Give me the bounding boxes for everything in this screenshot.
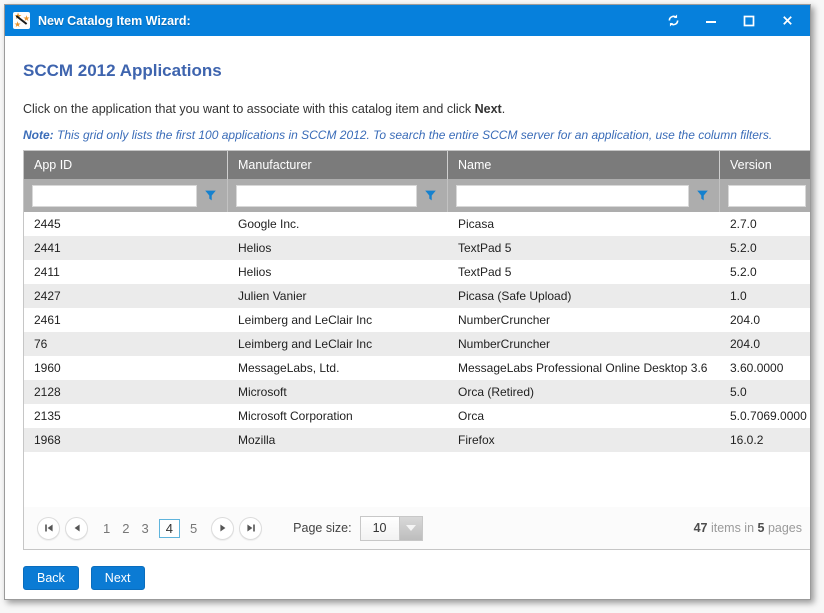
applications-grid: App ID Manufacturer Name Version xyxy=(23,150,811,550)
table-cell: 2128 xyxy=(24,380,228,404)
table-cell: Microsoft xyxy=(228,380,448,404)
next-page-button[interactable] xyxy=(211,517,234,540)
current-page-number[interactable]: 4 xyxy=(159,519,180,538)
table-cell: 5.0 xyxy=(720,380,811,404)
table-row[interactable]: 2128MicrosoftOrca (Retired)5.0 xyxy=(24,380,811,404)
filter-funnel-icon[interactable] xyxy=(689,179,715,212)
table-row[interactable]: 2427Julien VanierPicasa (Safe Upload)1.0 xyxy=(24,284,811,308)
table-cell: 1960 xyxy=(24,356,228,380)
table-row[interactable]: 2135Microsoft CorporationOrca5.0.7069.00… xyxy=(24,404,811,428)
filter-funnel-icon[interactable] xyxy=(417,179,443,212)
instruction-text: Click on the application that you want t… xyxy=(23,102,810,116)
page-size-label: Page size: xyxy=(293,521,351,535)
table-cell: Firefox xyxy=(448,428,720,452)
table-cell: Orca xyxy=(448,404,720,428)
table-cell: Picasa (Safe Upload) xyxy=(448,284,720,308)
table-cell: Leimberg and LeClair Inc xyxy=(228,308,448,332)
filter-funnel-icon[interactable] xyxy=(806,179,811,212)
refresh-icon[interactable] xyxy=(664,12,682,30)
table-cell: 5.2.0 xyxy=(720,236,811,260)
grid-header: App ID Manufacturer Name Version xyxy=(24,151,811,179)
page-title: SCCM 2012 Applications xyxy=(23,61,810,81)
column-header-manufacturer[interactable]: Manufacturer xyxy=(228,151,448,179)
filter-input-manufacturer[interactable] xyxy=(236,185,417,207)
table-cell: Microsoft Corporation xyxy=(228,404,448,428)
next-button[interactable]: Next xyxy=(91,566,145,590)
table-cell: 2461 xyxy=(24,308,228,332)
column-header-name[interactable]: Name xyxy=(448,151,720,179)
table-cell: NumberCruncher xyxy=(448,332,720,356)
footer: Back Next xyxy=(23,566,810,590)
close-icon[interactable] xyxy=(778,12,796,30)
table-cell: Helios xyxy=(228,236,448,260)
table-cell: Picasa xyxy=(448,212,720,236)
grid-filter-row xyxy=(24,179,811,212)
table-cell: Helios xyxy=(228,260,448,284)
table-cell: 1.0 xyxy=(720,284,811,308)
previous-page-button[interactable] xyxy=(65,517,88,540)
table-row[interactable]: 1968MozillaFirefox16.0.2 xyxy=(24,428,811,452)
table-cell: 2135 xyxy=(24,404,228,428)
table-row[interactable]: 2445Google Inc.Picasa2.7.0 xyxy=(24,212,811,236)
table-cell: Julien Vanier xyxy=(228,284,448,308)
table-row[interactable]: 2411HeliosTextPad 55.2.0 xyxy=(24,260,811,284)
table-cell: 2445 xyxy=(24,212,228,236)
dropdown-arrow-icon[interactable] xyxy=(399,517,422,540)
filter-input-app-id[interactable] xyxy=(32,185,197,207)
table-cell: 2427 xyxy=(24,284,228,308)
table-cell: Orca (Retired) xyxy=(448,380,720,404)
table-cell: 16.0.2 xyxy=(720,428,811,452)
wizard-dialog: ★ ★ ★ New Catalog Item Wizard: xyxy=(4,4,811,600)
table-cell: 204.0 xyxy=(720,308,811,332)
table-cell: 2.7.0 xyxy=(720,212,811,236)
table-cell: MessageLabs Professional Online Desktop … xyxy=(448,356,720,380)
pager-status: 47 items in 5 pages xyxy=(694,521,811,535)
page-size-value: 10 xyxy=(361,517,399,540)
note-text: Note: This grid only lists the first 100… xyxy=(23,128,810,142)
back-button[interactable]: Back xyxy=(23,566,79,590)
table-cell: TextPad 5 xyxy=(448,260,720,284)
page-number[interactable]: 1 xyxy=(103,521,110,536)
table-cell: NumberCruncher xyxy=(448,308,720,332)
table-cell: 204.0 xyxy=(720,332,811,356)
table-row[interactable]: 76Leimberg and LeClair IncNumberCruncher… xyxy=(24,332,811,356)
table-cell: 3.60.0000 xyxy=(720,356,811,380)
page-number[interactable]: 2 xyxy=(122,521,129,536)
minimize-icon[interactable] xyxy=(702,12,720,30)
column-header-app-id[interactable]: App ID xyxy=(24,151,228,179)
grid-body: 2445Google Inc.Picasa2.7.02441HeliosText… xyxy=(24,212,811,507)
page-size-dropdown[interactable]: 10 xyxy=(360,516,423,541)
wizard-app-icon: ★ ★ ★ xyxy=(13,12,30,29)
table-cell: Google Inc. xyxy=(228,212,448,236)
table-cell: 5.0.7069.0000 xyxy=(720,404,811,428)
column-header-version[interactable]: Version xyxy=(720,151,811,179)
filter-input-name[interactable] xyxy=(456,185,689,207)
table-cell: Mozilla xyxy=(228,428,448,452)
first-page-button[interactable] xyxy=(37,517,60,540)
table-cell: MessageLabs, Ltd. xyxy=(228,356,448,380)
titlebar[interactable]: ★ ★ ★ New Catalog Item Wizard: xyxy=(5,5,810,36)
table-cell: TextPad 5 xyxy=(448,236,720,260)
page-number[interactable]: 5 xyxy=(190,521,197,536)
window-title: New Catalog Item Wizard: xyxy=(38,14,191,28)
table-cell: 1968 xyxy=(24,428,228,452)
page-number-list: 12345 xyxy=(97,519,203,538)
filter-input-version[interactable] xyxy=(728,185,806,207)
table-cell: 2411 xyxy=(24,260,228,284)
table-cell: 76 xyxy=(24,332,228,356)
last-page-button[interactable] xyxy=(239,517,262,540)
table-cell: Leimberg and LeClair Inc xyxy=(228,332,448,356)
filter-funnel-icon[interactable] xyxy=(197,179,223,212)
maximize-icon[interactable] xyxy=(740,12,758,30)
grid-pager: 12345 Page size: 10 47 items in 5 pages xyxy=(24,507,811,549)
table-row[interactable]: 2441HeliosTextPad 55.2.0 xyxy=(24,236,811,260)
table-cell: 2441 xyxy=(24,236,228,260)
table-row[interactable]: 1960MessageLabs, Ltd.MessageLabs Profess… xyxy=(24,356,811,380)
page-number[interactable]: 3 xyxy=(141,521,148,536)
table-row[interactable]: 2461Leimberg and LeClair IncNumberCrunch… xyxy=(24,308,811,332)
table-cell: 5.2.0 xyxy=(720,260,811,284)
